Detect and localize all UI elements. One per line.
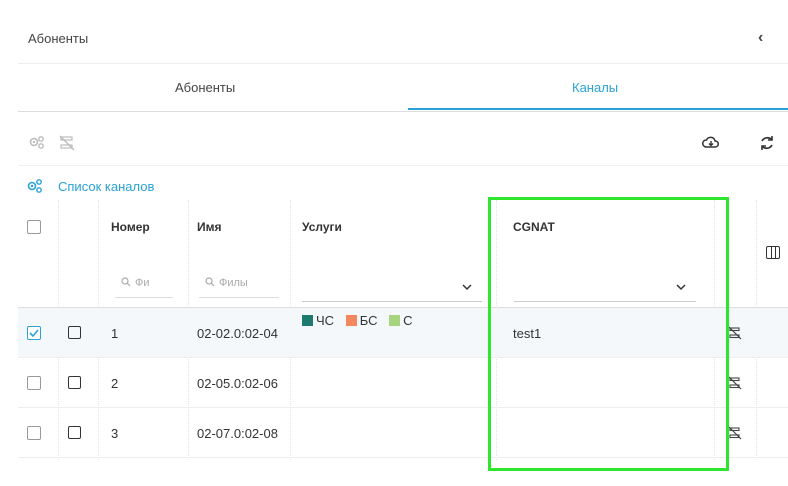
highlight-box — [488, 197, 729, 471]
tab-bar: Абоненты Каналы — [18, 68, 788, 112]
active-tab-indicator — [408, 108, 788, 110]
edit-icon[interactable] — [68, 426, 81, 439]
column-header-services[interactable]: Услуги — [302, 220, 342, 234]
service-tag-label: С — [403, 313, 413, 328]
tab-subscribers[interactable]: Абоненты — [175, 80, 235, 95]
row-number: 2 — [111, 376, 119, 391]
list-title-label: Список каналов — [58, 179, 155, 194]
service-tags: ЧС БС С — [302, 313, 420, 328]
toolbar — [18, 126, 788, 166]
columns-icon[interactable] — [766, 246, 780, 259]
service-tag-label: ЧС — [316, 313, 335, 328]
service-color-swatch — [345, 315, 357, 326]
service-tag-label: БС — [359, 313, 378, 328]
search-icon — [205, 277, 215, 287]
service-tag: С — [389, 313, 420, 328]
unlink-icon[interactable] — [728, 426, 742, 440]
tab-channels[interactable]: Каналы — [572, 80, 618, 95]
unlink-icon[interactable] — [728, 376, 742, 390]
service-tag: ЧС — [302, 313, 346, 328]
refresh-icon[interactable] — [758, 134, 776, 152]
row-name: 02-07.0:02-08 — [197, 426, 278, 441]
collapse-icon[interactable]: ‹ — [758, 29, 763, 47]
number-filter-input[interactable]: Фи — [115, 272, 173, 298]
name-filter-input[interactable]: Филы — [199, 272, 279, 298]
row-name: 02-05.0:02-06 — [197, 376, 278, 391]
select-all-checkbox[interactable] — [27, 220, 41, 234]
panel-title: Абоненты — [28, 31, 89, 46]
column-header-number[interactable]: Номер — [111, 220, 150, 234]
gears-icon — [27, 179, 42, 193]
unlink-icon[interactable] — [58, 134, 76, 152]
row-checkbox[interactable] — [27, 326, 41, 340]
chevron-down-icon — [462, 284, 472, 291]
row-checkbox[interactable] — [27, 376, 41, 390]
row-number: 1 — [111, 326, 119, 341]
service-tag: БС — [345, 313, 389, 328]
gears-icon[interactable] — [28, 134, 46, 152]
row-number: 3 — [111, 426, 119, 441]
search-icon — [121, 277, 131, 287]
edit-icon[interactable] — [68, 376, 81, 389]
checkmark-icon — [29, 329, 39, 338]
number-filter-placeholder: Фи — [135, 277, 150, 289]
edit-icon[interactable] — [68, 326, 81, 339]
cloud-download-icon[interactable] — [702, 134, 720, 152]
panel-header: Абоненты ‹ — [18, 14, 788, 64]
row-checkbox[interactable] — [27, 426, 41, 440]
row-name: 02-02.0:02-04 — [197, 326, 278, 341]
name-filter-placeholder: Филы — [219, 277, 248, 289]
column-header-name[interactable]: Имя — [197, 220, 222, 234]
service-color-swatch — [389, 315, 401, 326]
unlink-icon[interactable] — [728, 326, 742, 340]
services-filter-select[interactable] — [302, 272, 482, 302]
service-color-swatch — [302, 315, 313, 326]
